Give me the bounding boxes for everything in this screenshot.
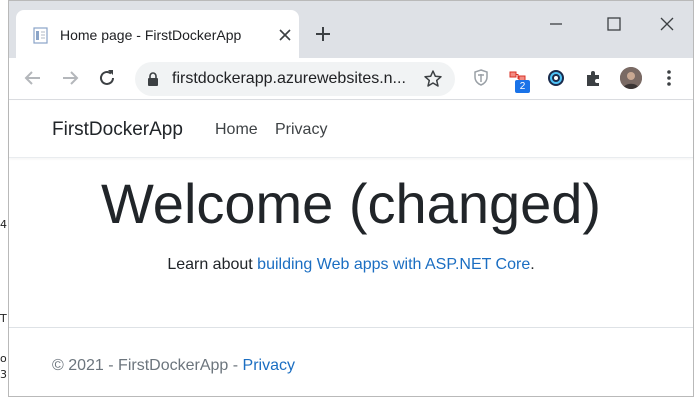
bookmark-star-icon[interactable] — [423, 69, 443, 89]
maximize-icon[interactable] — [605, 15, 623, 33]
browser-menu-icon[interactable] — [659, 68, 679, 88]
site-footer: © 2021 - FirstDockerApp - Privacy — [9, 327, 693, 397]
site-brand-link[interactable]: FirstDockerApp — [52, 119, 183, 141]
browser-tab[interactable]: Home page - FirstDockerApp — [16, 10, 299, 58]
copyright-text: © 2021 - FirstDockerApp - — [52, 357, 243, 374]
close-tab-icon[interactable] — [278, 28, 292, 42]
forward-arrow-icon[interactable] — [59, 67, 81, 89]
lock-icon[interactable] — [147, 72, 159, 86]
extensions-puzzle-icon[interactable] — [582, 66, 606, 90]
aspnet-docs-link[interactable]: building Web apps with ASP.NET Core — [257, 256, 530, 273]
new-tab-icon[interactable] — [314, 25, 332, 43]
nav-link-privacy[interactable]: Privacy — [275, 121, 327, 139]
edge-glyph: T — [0, 312, 7, 325]
edge-glyph: 3 — [0, 368, 7, 381]
shield-extension-icon[interactable] — [469, 66, 493, 90]
tab-strip: Home page - FirstDockerApp — [9, 1, 693, 58]
back-arrow-icon[interactable] — [22, 67, 44, 89]
browser-window: Home page - FirstDockerApp firstdockerap… — [8, 0, 694, 397]
intro-suffix: . — [530, 256, 535, 273]
minimize-icon[interactable] — [547, 15, 565, 33]
circle-extension-icon[interactable] — [544, 66, 568, 90]
browser-toolbar: firstdockerapp.azurewebsites.n... — [9, 58, 693, 100]
tab-title: Home page - FirstDockerApp — [60, 27, 242, 43]
reload-icon[interactable] — [96, 67, 118, 89]
close-window-icon[interactable] — [658, 15, 676, 33]
extension-badge: 2 — [515, 80, 530, 93]
footer-privacy-link[interactable]: Privacy — [243, 357, 295, 374]
background-window-edge: 4 T o 3 — [0, 0, 8, 402]
address-bar[interactable]: firstdockerapp.azurewebsites.n... — [135, 62, 455, 96]
edge-glyph: 4 — [0, 218, 7, 231]
page-heading: Welcome (changed) — [100, 172, 602, 235]
page-favicon-icon — [33, 27, 48, 44]
avatar-photo-icon — [620, 67, 642, 89]
footer-text: © 2021 - FirstDockerApp - Privacy — [52, 357, 295, 375]
site-navbar: FirstDockerApp Home Privacy — [9, 101, 693, 158]
nav-link-home[interactable]: Home — [215, 121, 258, 139]
intro-text: Learn about — [167, 256, 258, 273]
url-text[interactable]: firstdockerapp.azurewebsites.n... — [172, 70, 406, 88]
profile-avatar[interactable] — [620, 67, 642, 89]
edge-glyph: o — [0, 352, 7, 365]
intro-paragraph: Learn about building Web apps with ASP.N… — [9, 256, 693, 274]
